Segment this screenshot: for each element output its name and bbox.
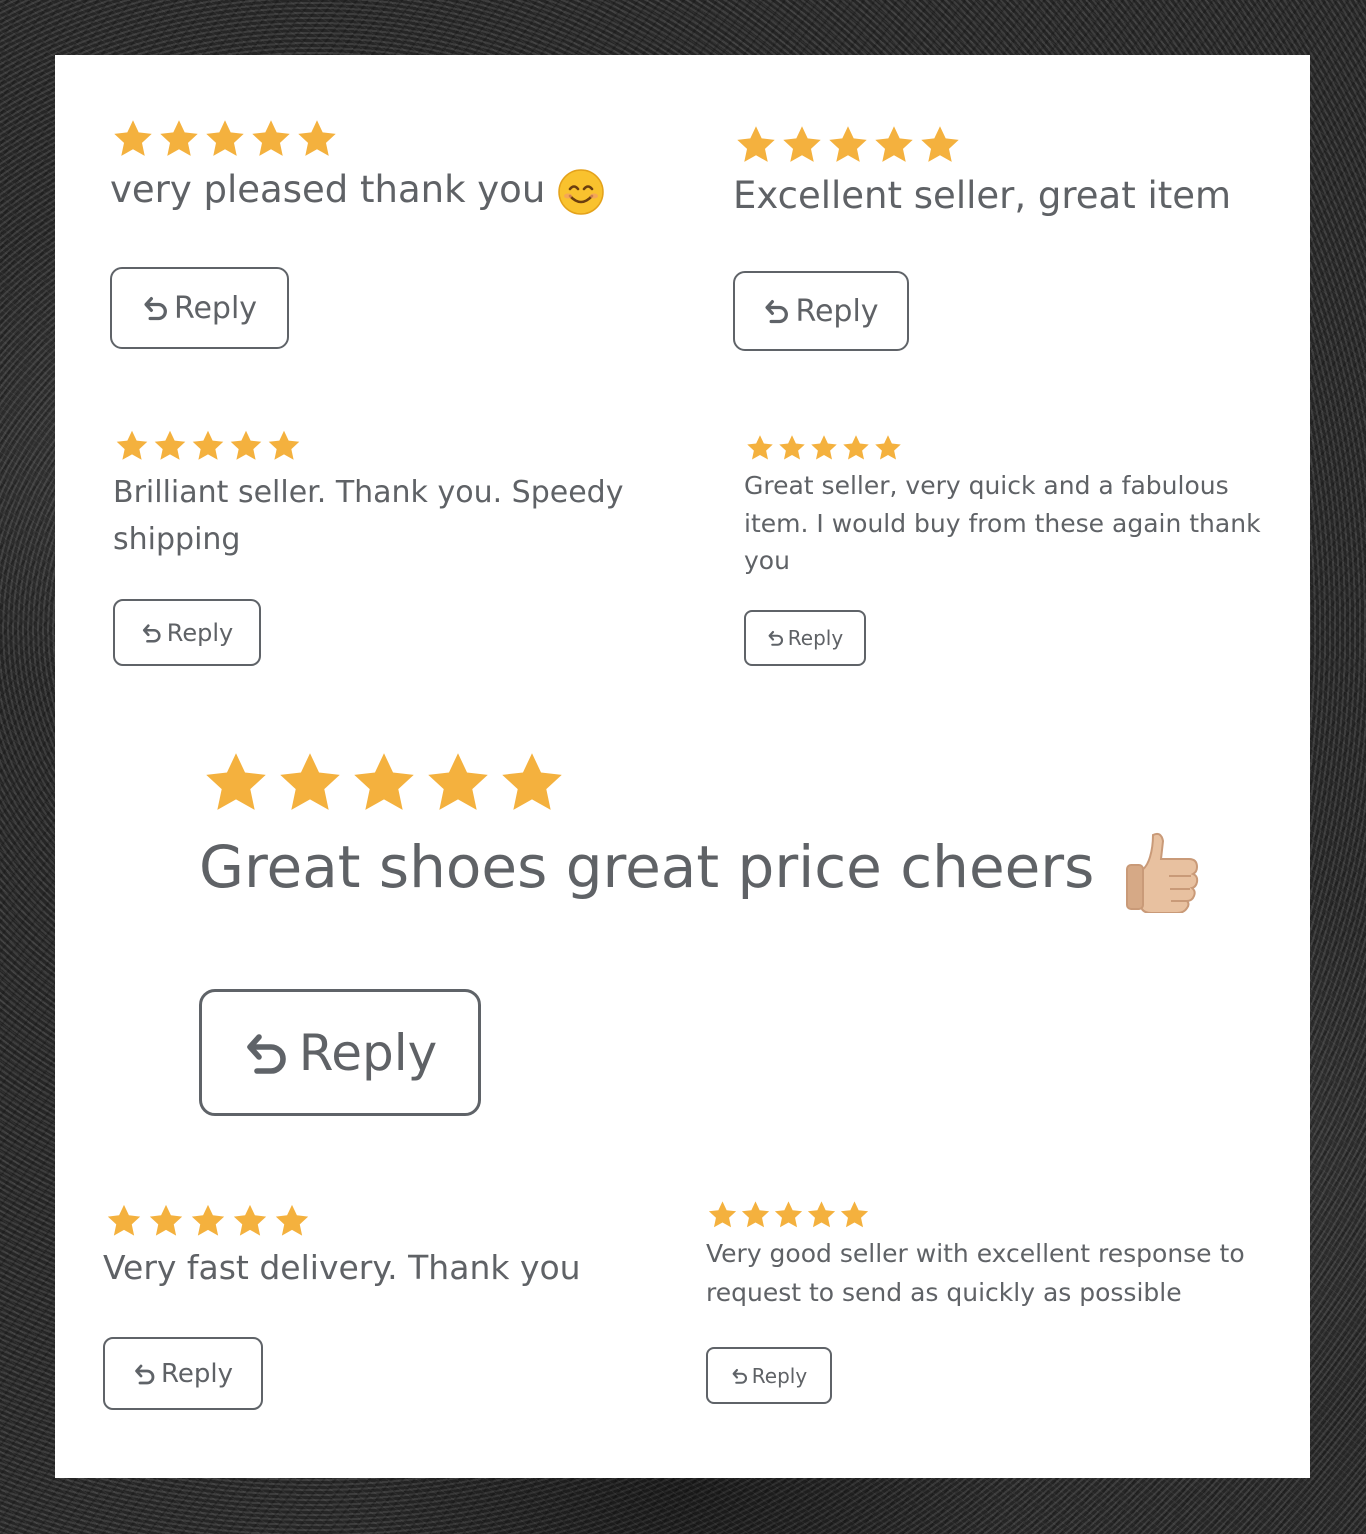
review-card: Brilliant seller. Thank you. Speedy ship… — [113, 428, 673, 563]
reply-label: Reply — [166, 618, 234, 647]
reply-arrow-icon — [768, 630, 783, 646]
star-icon — [160, 120, 198, 156]
star-icon — [114, 120, 152, 156]
star-rating — [733, 123, 1293, 167]
star-icon — [154, 430, 186, 460]
review-card: Very good seller with excellent response… — [706, 1199, 1266, 1313]
star-icon — [875, 435, 901, 460]
star-icon — [747, 435, 773, 460]
review-text-content: Great shoes great price cheers — [199, 833, 1095, 901]
reply-arrow-icon — [765, 300, 789, 324]
star-rating — [110, 117, 670, 161]
star-icon — [354, 753, 414, 810]
star-icon — [107, 1204, 141, 1236]
reply-label: Reply — [751, 1363, 808, 1388]
star-icon — [843, 435, 869, 460]
star-icon — [149, 1204, 183, 1236]
star-icon — [116, 430, 148, 460]
star-icon — [298, 120, 336, 156]
star-icon — [779, 435, 805, 460]
star-icon — [708, 1201, 737, 1228]
star-rating — [744, 433, 1284, 463]
reply-button[interactable]: Reply — [733, 271, 909, 351]
star-icon — [206, 753, 266, 810]
reply-label: Reply — [173, 290, 258, 326]
review-card: Very fast delivery. Thank you — [103, 1202, 683, 1291]
review-text: Great seller, very quick and a fabulous … — [744, 471, 1261, 575]
star-rating — [706, 1199, 1266, 1231]
star-icon — [268, 430, 300, 460]
star-icon — [774, 1201, 803, 1228]
review-text: very pleased thank you — [110, 165, 670, 216]
star-icon — [829, 126, 867, 162]
reply-arrow-icon — [142, 623, 161, 643]
review-text: Great shoes great price cheers — [199, 828, 1259, 913]
reply-button[interactable]: Reply — [744, 610, 866, 666]
star-icon — [428, 753, 488, 810]
star-icon — [741, 1201, 770, 1228]
reply-button[interactable]: Reply — [103, 1337, 263, 1410]
star-icon — [502, 753, 562, 810]
reply-button[interactable]: Reply — [110, 267, 289, 349]
star-icon — [230, 430, 262, 460]
star-icon — [252, 120, 290, 156]
review-text-content: very pleased thank you — [110, 168, 546, 211]
review-card: Excellent seller, great item — [733, 123, 1293, 221]
review-card: Great seller, very quick and a fabulous … — [744, 433, 1284, 580]
review-text: Very good seller with excellent response… — [706, 1239, 1245, 1307]
star-icon — [921, 126, 959, 162]
star-icon — [807, 1201, 836, 1228]
reply-arrow-icon — [246, 1033, 286, 1074]
reply-label: Reply — [787, 626, 844, 650]
star-icon — [275, 1204, 309, 1236]
star-rating — [113, 428, 673, 464]
reply-label: Reply — [795, 293, 879, 329]
reply-button[interactable]: Reply — [113, 599, 261, 666]
reply-button[interactable]: Reply — [199, 989, 481, 1116]
review-card: very pleased thank you — [110, 117, 670, 216]
star-icon — [191, 1204, 225, 1236]
star-icon — [811, 435, 837, 460]
star-icon — [875, 126, 913, 162]
star-rating — [103, 1202, 683, 1240]
star-icon — [192, 430, 224, 460]
thumbs-up-emoji — [1125, 832, 1198, 913]
star-icon — [233, 1204, 267, 1236]
reply-arrow-icon — [732, 1368, 747, 1384]
review-text: Excellent seller, great item — [733, 174, 1232, 217]
reply-arrow-icon — [144, 297, 167, 321]
star-icon — [280, 753, 340, 810]
star-icon — [206, 120, 244, 156]
star-icon — [737, 126, 775, 162]
reply-label: Reply — [298, 1023, 438, 1082]
review-card-featured: Great shoes great price cheers — [199, 748, 1259, 913]
star-icon — [783, 126, 821, 162]
star-icon — [840, 1201, 869, 1228]
reply-button[interactable]: Reply — [706, 1347, 832, 1404]
review-text: Brilliant seller. Thank you. Speedy ship… — [113, 475, 624, 557]
review-text: Very fast delivery. Thank you — [103, 1248, 581, 1287]
reply-arrow-icon — [135, 1364, 155, 1384]
smiling-face-emoji — [558, 168, 604, 215]
star-rating — [199, 748, 1259, 818]
reply-label: Reply — [160, 1358, 233, 1389]
reviews-panel: very pleased thank you Reply Excellent s… — [55, 55, 1310, 1478]
